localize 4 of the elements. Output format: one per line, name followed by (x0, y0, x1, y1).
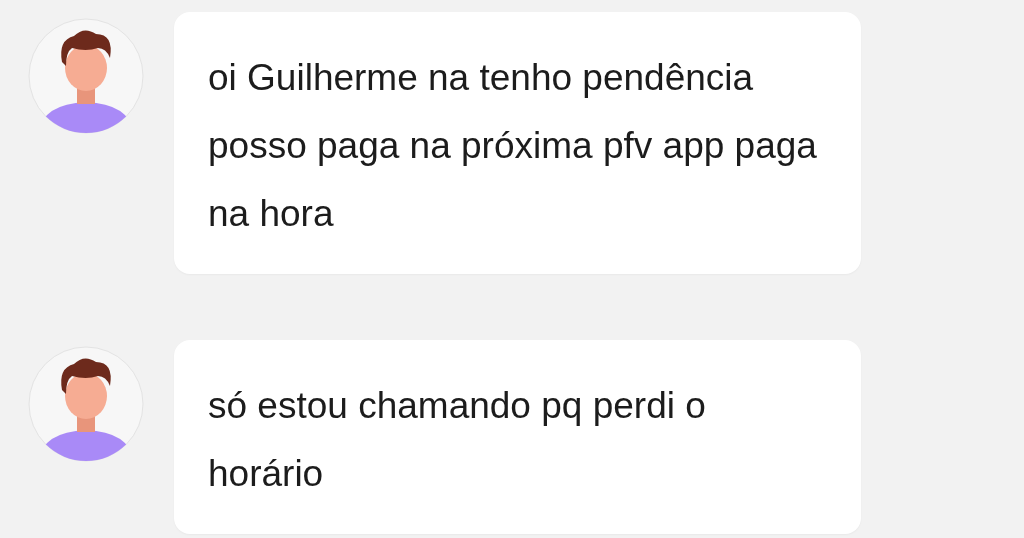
message-text: oi Guilherme na tenho pendência posso paga na próxima pfv app paga na hora (208, 56, 818, 236)
avatar-icon (28, 18, 144, 134)
message-text: só estou chamando pq perdi o horário (208, 384, 707, 496)
avatar-icon (28, 346, 144, 462)
